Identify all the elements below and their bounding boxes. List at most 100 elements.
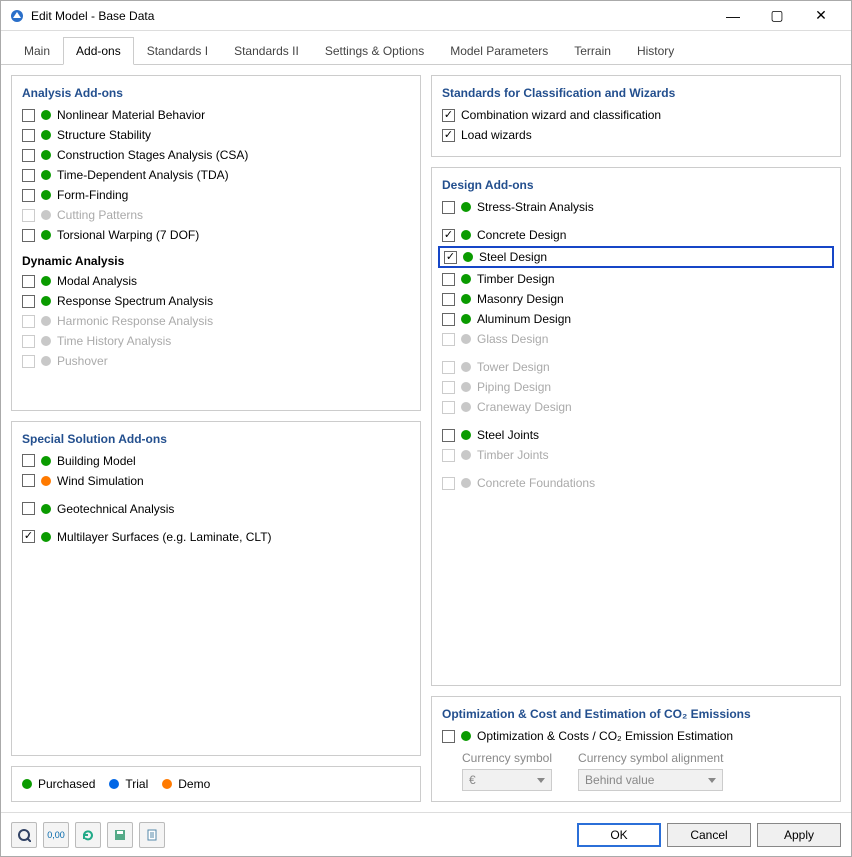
checkbox[interactable]: ✓ — [442, 429, 455, 442]
status-dot-icon — [41, 210, 51, 220]
currency-alignment-select[interactable]: Behind value — [578, 769, 723, 791]
option-row: ✓Aluminum Design — [442, 310, 830, 328]
checkbox[interactable]: ✓ — [22, 530, 35, 543]
help-button[interactable] — [11, 822, 37, 848]
status-dot-icon — [461, 382, 471, 392]
status-dot-icon — [41, 230, 51, 240]
option-row: ✓ Structure Stability — [22, 126, 410, 144]
option-row: ✓Response Spectrum Analysis — [22, 292, 410, 310]
checkbox[interactable]: ✓ — [442, 129, 455, 142]
option-row: ✓Stress-Strain Analysis — [442, 198, 830, 216]
currency-symbol-label: Currency symbol — [462, 751, 552, 765]
checkbox[interactable]: ✓ — [22, 502, 35, 515]
tab-settings-options[interactable]: Settings & Options — [312, 37, 437, 64]
option-row: ✓Tower Design — [442, 358, 830, 376]
checkbox[interactable]: ✓ — [22, 454, 35, 467]
analysis-items: ✓Nonlinear Material Behavior✓Structure S… — [22, 106, 410, 244]
option-row: ✓ Load wizards — [442, 126, 830, 144]
close-button[interactable]: ✕ — [799, 1, 843, 31]
status-dot-icon — [461, 230, 471, 240]
status-dot-icon — [461, 314, 471, 324]
tab-main[interactable]: Main — [11, 37, 63, 64]
tab-add-ons[interactable]: Add-ons — [63, 37, 134, 65]
checkbox: ✓ — [22, 209, 35, 222]
option-row: ✓Time-Dependent Analysis (TDA) — [22, 166, 410, 184]
ok-button[interactable]: OK — [577, 823, 661, 847]
option-row: ✓ Harmonic Response Analysis — [22, 312, 410, 330]
status-dot-icon — [41, 476, 51, 486]
legend-demo: Demo — [162, 777, 210, 791]
option-label: Timber Joints — [477, 448, 549, 462]
tab-standards-i[interactable]: Standards I — [134, 37, 221, 64]
units-button[interactable]: 0,00 — [43, 822, 69, 848]
option-row: ✓Optimization & Costs / CO₂ Emission Est… — [442, 727, 830, 745]
option-row: ✓ Concrete Design — [442, 226, 830, 244]
checkbox: ✓ — [22, 355, 35, 368]
cancel-button[interactable]: Cancel — [667, 823, 751, 847]
checkbox[interactable]: ✓ — [22, 109, 35, 122]
option-label: Modal Analysis — [57, 274, 137, 288]
option-label: Pushover — [57, 354, 108, 368]
save-settings-button[interactable] — [107, 822, 133, 848]
checkbox[interactable]: ✓ — [22, 189, 35, 202]
checkbox[interactable]: ✓ — [22, 275, 35, 288]
checkbox[interactable]: ✓ — [22, 149, 35, 162]
checkbox[interactable]: ✓ — [22, 295, 35, 308]
option-row: ✓Steel Design — [438, 246, 834, 268]
checkbox[interactable]: ✓ — [442, 293, 455, 306]
status-dot-icon — [41, 356, 51, 366]
option-label: Piping Design — [477, 380, 551, 394]
checkbox: ✓ — [442, 361, 455, 374]
status-dot-icon — [41, 532, 51, 542]
option-label: Concrete Foundations — [477, 476, 595, 490]
checkbox[interactable]: ✓ — [442, 229, 455, 242]
checkbox[interactable]: ✓ — [444, 251, 457, 264]
tab-standards-ii[interactable]: Standards II — [221, 37, 312, 64]
checkbox: ✓ — [442, 401, 455, 414]
edit-model-dialog: Edit Model - Base Data — ▢ ✕ Main Add-on… — [0, 0, 852, 857]
dialog-footer: 0,00 OK Cancel Apply — [1, 812, 851, 856]
checkbox[interactable]: ✓ — [442, 730, 455, 743]
tab-model-parameters[interactable]: Model Parameters — [437, 37, 561, 64]
checkbox[interactable]: ✓ — [22, 474, 35, 487]
dot-icon — [162, 779, 172, 789]
status-dot-icon — [461, 202, 471, 212]
design-addons-panel: Design Add-ons ✓Stress-Strain Analysis✓C… — [431, 167, 841, 686]
dynamic-analysis-heading: Dynamic Analysis — [22, 254, 410, 268]
checkbox[interactable]: ✓ — [442, 109, 455, 122]
currency-alignment-label: Currency symbol alignment — [578, 751, 723, 765]
checkbox: ✓ — [442, 449, 455, 462]
option-label: Torsional Warping (7 DOF) — [57, 228, 199, 242]
maximize-button[interactable]: ▢ — [755, 1, 799, 31]
status-dot-icon — [41, 336, 51, 346]
checkbox[interactable]: ✓ — [22, 169, 35, 182]
option-label: Building Model — [57, 454, 136, 468]
option-label: Form-Finding — [57, 188, 128, 202]
option-label: Harmonic Response Analysis — [57, 314, 213, 328]
dynamic-items: ✓ Modal Analysis ✓Response Spectrum Analys… — [22, 272, 410, 370]
optimization-options: Currency symbol € Currency symbol alignm… — [462, 751, 830, 791]
report-button[interactable] — [139, 822, 165, 848]
apply-button[interactable]: Apply — [757, 823, 841, 847]
option-label: Concrete Design — [477, 228, 566, 242]
status-dot-icon — [461, 362, 471, 372]
checkbox[interactable]: ✓ — [442, 273, 455, 286]
tab-history[interactable]: History — [624, 37, 687, 64]
refresh-button[interactable] — [75, 822, 101, 848]
checkbox[interactable]: ✓ — [22, 129, 35, 142]
checkbox[interactable]: ✓ — [22, 229, 35, 242]
option-label: Structure Stability — [57, 128, 151, 142]
minimize-button[interactable]: — — [711, 1, 755, 31]
checkbox: ✓ — [22, 315, 35, 328]
option-label: Load wizards — [461, 128, 532, 142]
checkbox: ✓ — [442, 477, 455, 490]
option-row: ✓Piping Design — [442, 378, 830, 396]
currency-symbol-select[interactable]: € — [462, 769, 552, 791]
tab-terrain[interactable]: Terrain — [561, 37, 624, 64]
app-icon — [9, 8, 25, 24]
status-dot-icon — [461, 430, 471, 440]
checkbox[interactable]: ✓ — [442, 313, 455, 326]
special-addons-title: Special Solution Add-ons — [22, 432, 410, 446]
option-row: ✓Timber Design — [442, 270, 830, 288]
checkbox[interactable]: ✓ — [442, 201, 455, 214]
